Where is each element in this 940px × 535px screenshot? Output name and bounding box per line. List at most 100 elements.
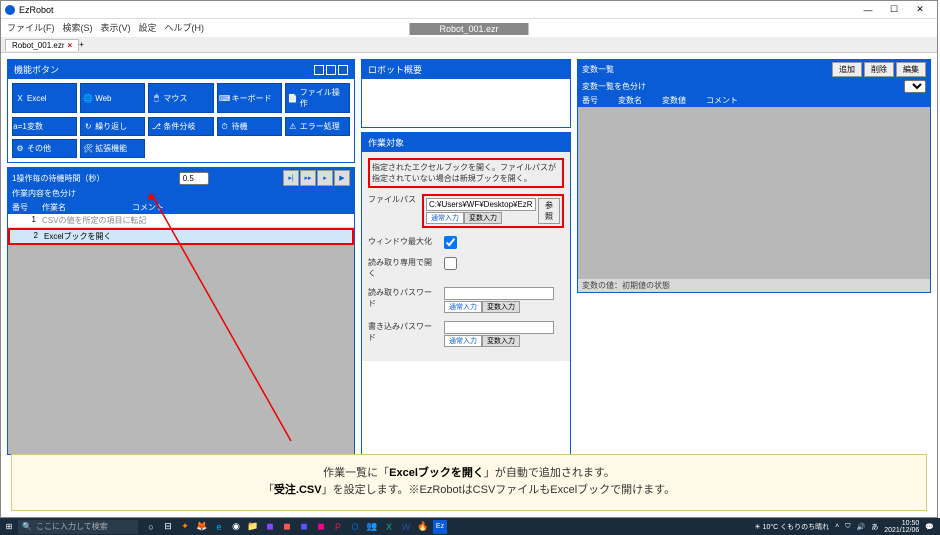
- chrome-icon[interactable]: ◉: [229, 520, 243, 534]
- weather-widget[interactable]: ☀ 10°C くもりのち晴れ: [754, 522, 829, 532]
- word-icon[interactable]: W: [399, 520, 413, 534]
- error-button[interactable]: ⚠エラー処理: [285, 117, 350, 136]
- close-button[interactable]: ✕: [907, 3, 933, 17]
- var-filter-select[interactable]: [904, 80, 926, 93]
- worklist-panel: 1操作毎の待機時間（秒） ▸| ▸▸ ▸ ▶ 作業内容を色分け 番号 作業名: [7, 167, 355, 455]
- tray-chevron-icon[interactable]: ˄: [835, 523, 839, 530]
- extension-button[interactable]: 🛠拡張機能: [80, 139, 145, 158]
- excel-button[interactable]: XExcel: [12, 83, 77, 113]
- writepw-input[interactable]: [444, 321, 554, 334]
- wait-label: 1操作毎の待機時間（秒）: [12, 173, 104, 184]
- powerpoint-icon[interactable]: P: [331, 520, 345, 534]
- document-tab[interactable]: Robot_001.ezr ×: [5, 39, 79, 51]
- menu-help[interactable]: ヘルプ(H): [165, 21, 205, 34]
- excel-icon[interactable]: X: [382, 520, 396, 534]
- maximize-checkbox[interactable]: [444, 236, 457, 249]
- step-fwd-button[interactable]: ▸▸: [300, 170, 316, 186]
- annotation-bold: 受注.CSV: [274, 484, 322, 496]
- excel-icon: X: [15, 93, 25, 103]
- edge-icon[interactable]: e: [212, 520, 226, 534]
- play-button[interactable]: ▶: [334, 170, 350, 186]
- step-button[interactable]: ▸|: [283, 170, 299, 186]
- tab-add-icon[interactable]: +: [79, 40, 84, 49]
- minimize-button[interactable]: —: [855, 3, 881, 17]
- mode-variable-tab[interactable]: 変数入力: [464, 212, 502, 224]
- system-tray: ☀ 10°C くもりのち晴れ ˄ ⛉ 🔊 あ 10:50 2021/12/06 …: [754, 520, 940, 534]
- worklist-row[interactable]: 1 CSVの値を所定の項目に転記: [8, 214, 354, 228]
- firefox-icon[interactable]: 🦊: [195, 520, 209, 534]
- var-add-button[interactable]: 追加: [832, 62, 862, 77]
- view-toggle-icon[interactable]: [338, 65, 348, 75]
- taskbar-search[interactable]: 🔍 ここに入力して検索: [18, 520, 138, 534]
- readpw-row: 読み取りパスワード 通常入力変数入力: [368, 287, 564, 313]
- menu-view[interactable]: 表示(V): [101, 21, 131, 34]
- gear-icon: ⚙: [15, 144, 25, 154]
- filepath-label: ファイルパス: [368, 194, 416, 205]
- wait-time-input[interactable]: [179, 172, 209, 185]
- sun-icon: ☀: [754, 524, 760, 531]
- app-icon[interactable]: ◼: [263, 520, 277, 534]
- explorer-icon[interactable]: 📁: [246, 520, 260, 534]
- notification-icon[interactable]: 💬: [925, 523, 934, 531]
- fileop-button[interactable]: 📄ファイル操作: [285, 83, 350, 113]
- view-toggle-icon[interactable]: [326, 65, 336, 75]
- branch-icon: ⎇: [151, 122, 161, 132]
- filepath-input[interactable]: [426, 198, 536, 211]
- cortana-icon[interactable]: ○: [144, 520, 158, 534]
- app-icon[interactable]: ◼: [280, 520, 294, 534]
- var-edit-button[interactable]: 編集: [896, 62, 926, 77]
- mode-normal-tab[interactable]: 通常入力: [426, 212, 464, 224]
- mode-normal-tab[interactable]: 通常入力: [444, 335, 482, 347]
- keyboard-button[interactable]: ⌨キーボード: [217, 83, 282, 113]
- outlook-icon[interactable]: O: [348, 520, 362, 534]
- variable-button[interactable]: a=1変数: [12, 117, 77, 136]
- app-icon[interactable]: ◼: [297, 520, 311, 534]
- col-name: 作業名: [42, 202, 132, 213]
- line-button[interactable]: ▸: [317, 170, 333, 186]
- ime-icon[interactable]: あ: [871, 522, 878, 532]
- readonly-checkbox[interactable]: [444, 257, 457, 270]
- menu-file[interactable]: ファイル(F): [7, 21, 55, 34]
- tray-icon[interactable]: 🔊: [857, 523, 866, 531]
- start-button[interactable]: ⊞: [0, 522, 18, 531]
- worklist-row-selected[interactable]: 2 Excelブックを開く: [8, 228, 354, 245]
- taskview-icon[interactable]: ⊟: [161, 520, 175, 534]
- app-icon[interactable]: ✦: [178, 520, 192, 534]
- tab-close-icon[interactable]: ×: [67, 41, 72, 50]
- mode-variable-tab[interactable]: 変数入力: [482, 335, 520, 347]
- maximize-button[interactable]: ☐: [881, 3, 907, 17]
- function-button-grid-2: a=1変数 ↻繰り返し ⎇条件分岐 ⏱待機 ⚠エラー処理 ⚙その他 🛠拡張機能: [8, 117, 354, 162]
- view-toggle-icon[interactable]: [314, 65, 324, 75]
- document-title: Robot_001.ezr: [409, 23, 528, 35]
- browse-button[interactable]: 参照: [538, 198, 560, 224]
- variables-footer: 変数の値：初期値の状態: [578, 279, 930, 292]
- tray-icon[interactable]: ⛉: [845, 523, 850, 531]
- function-panel-title: 機能ボタン: [14, 63, 59, 76]
- var-delete-button[interactable]: 削除: [864, 62, 894, 77]
- app-icon[interactable]: 🔥: [416, 520, 430, 534]
- var-col-comment: コメント: [706, 95, 738, 106]
- mode-normal-tab[interactable]: 通常入力: [444, 301, 482, 313]
- menu-search[interactable]: 検索(S): [63, 21, 93, 34]
- tab-strip: Robot_001.ezr × +: [1, 37, 937, 53]
- wait-button[interactable]: ⏱待機: [217, 117, 282, 136]
- mouse-button[interactable]: 🖱マウス: [148, 83, 213, 113]
- readpw-input[interactable]: [444, 287, 554, 300]
- clock[interactable]: 10:50 2021/12/06: [884, 520, 919, 534]
- warning-icon: ⚠: [288, 122, 298, 132]
- ezrobot-icon[interactable]: Ez: [433, 520, 447, 534]
- app-icon[interactable]: ◼: [314, 520, 328, 534]
- teams-icon[interactable]: 👥: [365, 520, 379, 534]
- mode-variable-tab[interactable]: 変数入力: [482, 301, 520, 313]
- search-placeholder: ここに入力して検索: [36, 521, 108, 532]
- loop-button[interactable]: ↻繰り返し: [80, 117, 145, 136]
- input-mode-tabs: 通常入力 変数入力: [426, 212, 536, 224]
- worklist-subtoolbar: 作業内容を色分け: [8, 188, 354, 201]
- robot-summary-body: [362, 79, 570, 127]
- other-button[interactable]: ⚙その他: [12, 139, 77, 158]
- web-button[interactable]: 🌐Web: [80, 83, 145, 113]
- readonly-label: 読み取り専用で開く: [368, 257, 438, 279]
- branch-button[interactable]: ⎇条件分岐: [148, 117, 213, 136]
- readonly-row: 読み取り専用で開く: [368, 257, 564, 279]
- menu-settings[interactable]: 設定: [139, 21, 157, 34]
